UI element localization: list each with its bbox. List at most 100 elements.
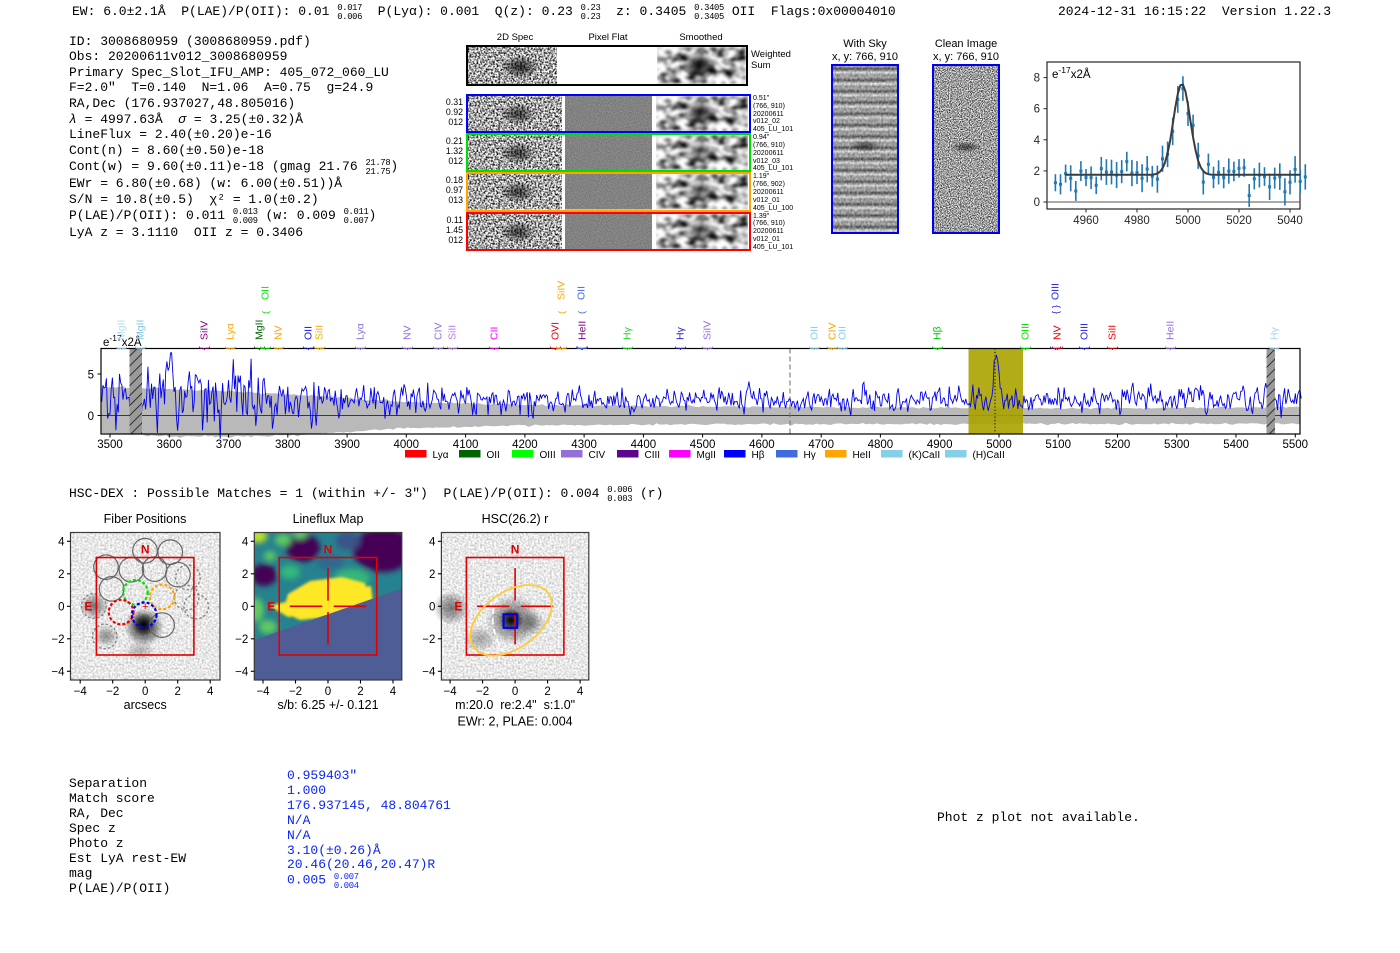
svg-text:OII: OII	[837, 326, 849, 340]
svg-text:{: {	[619, 346, 633, 350]
svg-text:Hβ: Hβ	[752, 450, 765, 461]
svg-text:{: {	[1076, 346, 1090, 350]
svg-text:0: 0	[325, 686, 331, 698]
svg-text:5000: 5000	[1175, 215, 1201, 227]
svg-text:CIII: CIII	[645, 450, 661, 461]
svg-text:{: {	[1162, 346, 1176, 350]
svg-text:OII: OII	[260, 286, 272, 300]
svg-text:0: 0	[242, 601, 248, 613]
svg-text:MgII: MgII	[254, 320, 266, 340]
svg-text:4: 4	[58, 536, 65, 548]
svg-text:4980: 4980	[1124, 215, 1150, 227]
svg-text:{: {	[444, 346, 458, 350]
svg-text:CIV: CIV	[433, 322, 445, 340]
svg-text:−2: −2	[422, 634, 435, 646]
svg-text:0: 0	[58, 601, 64, 613]
svg-text:SiII: SiII	[447, 325, 459, 340]
svg-text:{: {	[352, 346, 366, 350]
svg-text:−4: −4	[235, 666, 249, 678]
svg-text:Hγ: Hγ	[1269, 326, 1281, 340]
svg-text:{: {	[1017, 346, 1031, 350]
svg-text:{: {	[806, 346, 820, 350]
svg-text:+: +	[142, 601, 148, 613]
svg-text:{: {	[1266, 346, 1280, 350]
svg-text:{: {	[270, 346, 284, 350]
svg-text:{ }: { }	[1051, 305, 1062, 314]
svg-text:EWr: 2, PLAE: 0.004: EWr: 2, PLAE: 0.004	[458, 715, 573, 729]
svg-text:4: 4	[390, 686, 397, 698]
svg-text:OII: OII	[487, 450, 500, 461]
svg-text:HeII: HeII	[853, 450, 871, 461]
svg-text:(: (	[261, 310, 272, 314]
svg-text:CII: CII	[489, 327, 501, 340]
svg-text:2: 2	[242, 569, 248, 581]
svg-text:{: {	[222, 346, 236, 350]
svg-text:−4: −4	[51, 666, 65, 678]
svg-text:OVI: OVI	[550, 322, 562, 340]
svg-text:HeII: HeII	[1165, 321, 1177, 340]
svg-text:5040: 5040	[1277, 215, 1303, 227]
svg-text:4200: 4200	[512, 439, 538, 451]
svg-text:3900: 3900	[334, 439, 360, 451]
svg-text:4800: 4800	[868, 439, 894, 451]
svg-text:SiII: SiII	[1107, 325, 1119, 340]
svg-text:HeII: HeII	[577, 321, 589, 340]
svg-text:{: {	[573, 346, 587, 350]
svg-text:5400: 5400	[1223, 439, 1249, 451]
svg-text:SiIV: SiIV	[702, 321, 714, 340]
svg-text:s/b: 6.25 +/- 0.121: s/b: 6.25 +/- 0.121	[277, 698, 378, 712]
svg-text:OIII: OIII	[1079, 323, 1091, 340]
svg-text:Lyα: Lyα	[355, 323, 367, 340]
svg-text:3500: 3500	[97, 439, 123, 451]
svg-text:−2: −2	[106, 686, 119, 698]
svg-text:0: 0	[1034, 197, 1040, 209]
svg-text:CIV: CIV	[589, 450, 606, 461]
svg-text:NV: NV	[402, 325, 414, 340]
svg-text:MgII: MgII	[697, 450, 716, 461]
svg-text:6: 6	[1034, 104, 1040, 116]
svg-text:{: {	[834, 346, 848, 350]
svg-text:N: N	[324, 543, 333, 557]
svg-text:OII: OII	[576, 286, 588, 300]
svg-text:Hγ: Hγ	[675, 326, 687, 340]
svg-text:NV: NV	[273, 325, 285, 340]
svg-text:OIII: OIII	[540, 450, 556, 461]
svg-text:3800: 3800	[275, 439, 301, 451]
svg-text:5200: 5200	[1105, 439, 1131, 451]
svg-text:{: {	[486, 346, 500, 350]
svg-text:3700: 3700	[216, 439, 242, 451]
svg-text:−2: −2	[289, 686, 302, 698]
svg-text:−4: −4	[74, 686, 88, 698]
svg-text:4100: 4100	[453, 439, 479, 451]
svg-text:4000: 4000	[394, 439, 420, 451]
svg-text:2: 2	[1034, 166, 1040, 178]
svg-text:4: 4	[242, 536, 249, 548]
svg-text:OIII: OIII	[1020, 323, 1032, 340]
svg-text:−2: −2	[235, 634, 248, 646]
svg-text:{: {	[1104, 346, 1118, 350]
svg-text:5300: 5300	[1164, 439, 1190, 451]
svg-text:{: {	[399, 346, 413, 350]
svg-text:Hγ: Hγ	[622, 326, 634, 340]
svg-text:8: 8	[1034, 73, 1040, 85]
svg-text:OII: OII	[809, 326, 821, 340]
svg-text:{: {	[311, 346, 325, 350]
svg-text:2: 2	[544, 686, 550, 698]
svg-text:4960: 4960	[1073, 215, 1099, 227]
svg-text:0: 0	[512, 686, 518, 698]
svg-text:4: 4	[1034, 135, 1041, 147]
svg-text:N: N	[141, 543, 150, 557]
svg-text:−4: −4	[444, 686, 458, 698]
svg-text:{: {	[1049, 346, 1063, 350]
svg-text:(: (	[557, 310, 568, 314]
svg-text:4: 4	[577, 686, 584, 698]
svg-text:(: (	[577, 310, 588, 314]
svg-text:Lyα: Lyα	[433, 450, 449, 461]
svg-text:4: 4	[429, 536, 436, 548]
svg-text:2: 2	[58, 569, 64, 581]
svg-text:MgII: MgII	[135, 320, 147, 340]
svg-text:SiII: SiII	[314, 325, 326, 340]
svg-text:{: {	[132, 346, 146, 350]
svg-text:{: {	[430, 346, 444, 350]
svg-text:(H)CaII: (H)CaII	[973, 450, 1005, 461]
